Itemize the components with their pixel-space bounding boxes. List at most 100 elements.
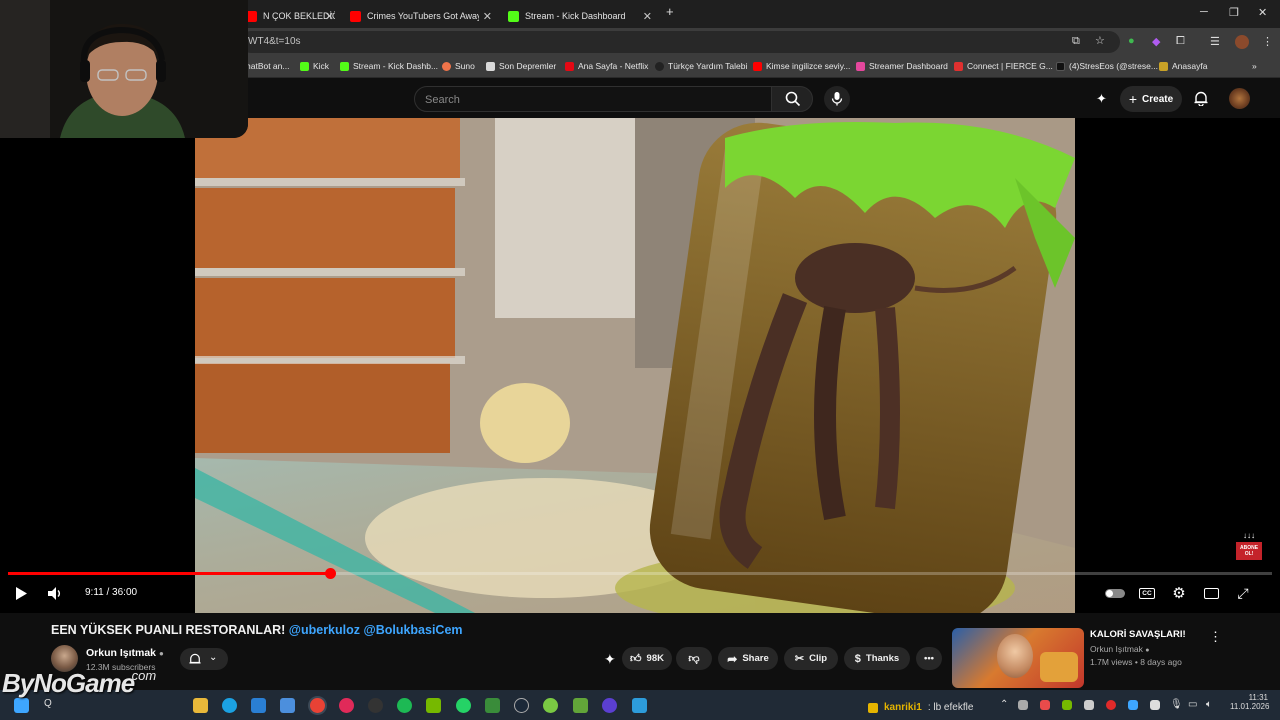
tray-icon[interactable] <box>1084 700 1094 710</box>
file-explorer-icon[interactable] <box>193 698 208 713</box>
volume-tray-icon[interactable]: 🔈︎ <box>1206 699 1212 710</box>
edge-icon[interactable] <box>222 698 237 713</box>
profile-avatar-icon[interactable] <box>1235 35 1249 49</box>
clip-button[interactable]: ✂ Clip <box>784 647 838 670</box>
minimize-icon[interactable]: ─ <box>1200 6 1208 18</box>
browser-menu-icon[interactable]: ⋮ <box>1262 35 1273 48</box>
bookmark-item[interactable]: Ana Sayfa - Netflix <box>565 61 648 71</box>
microphone-tray-icon[interactable]: 🎙︎ <box>1170 699 1183 710</box>
taskbar-search[interactable]: Q <box>44 698 52 709</box>
dislike-button[interactable]: 👎︎ <box>676 647 712 670</box>
browser-tab-2[interactable]: Crimes YouTubers Got Away W ✕ <box>344 4 498 28</box>
search-input[interactable]: Search <box>414 86 772 112</box>
store-icon[interactable] <box>251 698 266 713</box>
tray-icon[interactable] <box>1128 700 1138 710</box>
bookmark-item[interactable]: (4)StresEos (@strese... <box>1056 61 1158 71</box>
notifications-bell-icon[interactable] <box>1194 91 1208 106</box>
fullscreen-button[interactable]: ⤢ <box>1234 584 1252 602</box>
volume-button[interactable] <box>46 584 64 602</box>
restore-icon[interactable]: ❐ <box>1229 6 1239 19</box>
video-player[interactable]: ↓↓↓ ABONE OL! 9:11 / 36:00 CC ⚙ ⤢ <box>0 118 1280 613</box>
autoplay-toggle[interactable] <box>1104 584 1126 602</box>
bookmark-item[interactable]: Connect | FIERCE G... <box>954 61 1053 71</box>
extensions-puzzle-icon[interactable]: ⧠ <box>1176 35 1185 48</box>
settings-button[interactable]: ⚙ <box>1170 584 1188 602</box>
bookmark-item[interactable]: Suno <box>442 61 475 71</box>
app-icon[interactable] <box>543 698 558 713</box>
create-button[interactable]: + Create <box>1120 86 1182 112</box>
bookmark-star-icon[interactable]: ☆ <box>1095 34 1105 47</box>
close-window-icon[interactable]: ✕ <box>1258 6 1267 19</box>
taskbar-clock[interactable]: 11:31 11.01.2026 <box>1230 693 1269 711</box>
tray-icon[interactable] <box>1018 700 1028 710</box>
chrome-icon[interactable] <box>310 698 325 713</box>
tray-overflow-icon[interactable]: ⌃ <box>1000 699 1008 710</box>
play-button[interactable] <box>12 584 30 602</box>
video-frame[interactable] <box>195 118 1075 613</box>
bookmark-item[interactable]: Streamer Dashboard <box>856 61 948 71</box>
close-tab-icon[interactable]: ✕ <box>483 10 492 23</box>
kick-app-icon[interactable] <box>485 698 500 713</box>
steam-icon[interactable] <box>514 698 529 713</box>
more-icon: ••• <box>924 653 934 664</box>
bookmark-item[interactable]: Son Depremler <box>486 61 556 71</box>
ai-sparkle-icon[interactable]: ✦ <box>1096 91 1107 107</box>
extension-icon[interactable]: ◆ <box>1152 35 1160 48</box>
bookmark-item[interactable]: Türkçe Yardım Talebi <box>655 61 747 71</box>
bookmark-item[interactable]: Stream - Kick Dashb... <box>340 61 438 71</box>
extension-shield-icon[interactable]: ● <box>1128 35 1135 47</box>
tray-icon[interactable] <box>1040 700 1050 710</box>
subscribe-badge[interactable]: ↓↓↓ ABONE OL! <box>1236 532 1262 560</box>
windows-taskbar: Q ⌃ 🎙︎ ▭ 🔈︎ 11:31 11.01.2026 <box>0 690 1280 720</box>
progress-scrubber-handle[interactable] <box>325 568 336 579</box>
captions-button[interactable]: CC <box>1138 584 1156 602</box>
browser-tab-3[interactable]: Stream - Kick Dashboard ✕ <box>502 4 658 28</box>
mention-link[interactable]: @BolukbasiCem <box>364 623 463 637</box>
cast-icon[interactable]: ⧉ <box>1072 35 1080 48</box>
ai-sparkle-icon[interactable]: ✦ <box>604 651 616 668</box>
close-tab-icon[interactable]: ✕ <box>643 10 652 23</box>
search-button[interactable] <box>771 86 813 112</box>
bookmark-item[interactable]: Kimse ingilizce seviy... <box>753 61 850 71</box>
bookmark-item[interactable]: hatBot an... <box>246 61 289 71</box>
app-icon[interactable] <box>280 698 295 713</box>
whatsapp-icon[interactable] <box>456 698 471 713</box>
network-icon[interactable]: ▭ <box>1188 699 1197 710</box>
reading-list-icon[interactable]: ☰ <box>1210 35 1220 48</box>
tray-icon[interactable] <box>1150 700 1160 710</box>
more-actions-button[interactable]: ••• <box>916 647 942 670</box>
like-button[interactable]: 👍︎ 98K <box>622 647 672 670</box>
watermark-logo: ByNoGame <box>2 668 135 698</box>
bookmarks-overflow-icon[interactable]: » <box>1252 61 1257 71</box>
voice-search-button[interactable] <box>824 86 850 112</box>
kick-icon <box>508 10 519 22</box>
opera-icon[interactable] <box>339 698 354 713</box>
account-avatar[interactable] <box>1229 88 1250 109</box>
spotify-icon[interactable] <box>397 698 412 713</box>
tray-icon[interactable] <box>1106 700 1116 710</box>
channel-name[interactable]: Orkun Işıtmak ● <box>86 647 164 659</box>
minecraft-icon[interactable] <box>573 698 588 713</box>
bookmark-item[interactable]: Kick <box>300 61 329 71</box>
thanks-button[interactable]: $ Thanks <box>844 647 910 670</box>
share-button[interactable]: ➦ Share <box>718 647 778 670</box>
subscribed-notifications-button[interactable]: ⌄ <box>180 648 228 670</box>
bookmark-item[interactable]: Anasayfa <box>1159 61 1207 71</box>
recommended-video-thumbnail[interactable] <box>952 628 1084 688</box>
theater-mode-button[interactable] <box>1202 584 1220 602</box>
obs-icon[interactable] <box>368 698 383 713</box>
browser-tab-1[interactable]: N ÇOK BEKLEDİĞİM ✕ <box>240 4 340 28</box>
recommended-video-title[interactable]: KALORİ SAVAŞLARI! <box>1090 629 1186 640</box>
close-tab-icon[interactable]: ✕ <box>325 10 334 23</box>
nvidia-icon[interactable] <box>426 698 441 713</box>
tray-icon[interactable] <box>1062 700 1072 710</box>
app-icon[interactable] <box>632 698 647 713</box>
app-icon[interactable] <box>602 698 617 713</box>
video-title-text: EEN YÜKSEK PUANLI RESTORANLAR! <box>51 623 286 637</box>
mention-link[interactable]: @uberkuloz <box>289 623 360 637</box>
recommended-more-icon[interactable]: ⋮ <box>1209 629 1222 645</box>
new-tab-button[interactable]: + <box>666 4 674 19</box>
recommended-video-channel[interactable]: Orkun Işıtmak ● <box>1090 644 1150 654</box>
address-bar[interactable]: WT4&t=10s ⧉ ☆ <box>240 31 1120 53</box>
windows-start-icon[interactable] <box>14 698 29 713</box>
